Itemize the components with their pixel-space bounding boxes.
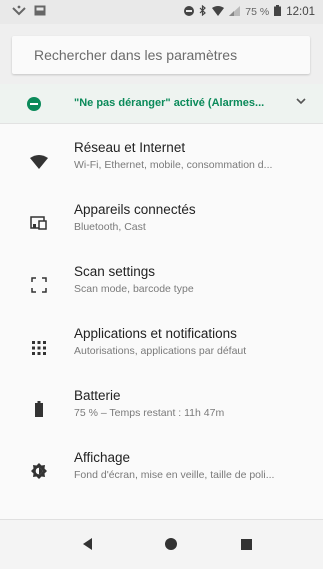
settings-item-subtitle: Wi-Fi, Ethernet, mobile, consommation d.… bbox=[74, 159, 273, 171]
wifi-status-icon bbox=[212, 5, 225, 19]
settings-item-connected-devices[interactable]: Appareils connectés Bluetooth, Cast bbox=[0, 194, 323, 256]
battery-status-icon bbox=[274, 5, 282, 19]
dnd-status-icon bbox=[184, 5, 195, 19]
search-placeholder: Rechercher dans les paramètres bbox=[34, 47, 238, 63]
battery-percent: 75 % bbox=[245, 6, 270, 18]
apps-grid-icon bbox=[29, 338, 49, 358]
settings-item-title: Batterie bbox=[74, 388, 121, 403]
battery-icon bbox=[29, 399, 49, 419]
screenshot-notification-icon bbox=[34, 5, 46, 19]
settings-item-title: Scan settings bbox=[74, 264, 156, 279]
scan-icon bbox=[29, 275, 49, 295]
bluetooth-icon bbox=[199, 4, 207, 19]
settings-item-subtitle: Bluetooth, Cast bbox=[74, 221, 146, 233]
back-icon[interactable] bbox=[83, 538, 92, 550]
settings-item-title: Réseau et Internet bbox=[74, 140, 186, 155]
settings-item-partial[interactable] bbox=[0, 512, 323, 519]
dnd-banner[interactable]: "Ne pas déranger" activé (Alarmes... bbox=[0, 84, 323, 124]
devices-icon bbox=[29, 213, 49, 233]
status-bar: 75 % 12:01 bbox=[0, 0, 323, 24]
signal-icon bbox=[229, 5, 241, 19]
clock: 12:01 bbox=[286, 6, 315, 18]
home-icon[interactable] bbox=[165, 538, 177, 550]
brightness-icon bbox=[29, 461, 49, 481]
recents-icon[interactable] bbox=[241, 539, 252, 550]
settings-item-apps[interactable]: Applications et notifications Autorisati… bbox=[0, 318, 323, 380]
dnd-banner-text: "Ne pas déranger" activé (Alarmes... bbox=[74, 97, 265, 109]
wifi-icon bbox=[29, 152, 49, 172]
search-input[interactable]: Rechercher dans les paramètres bbox=[12, 36, 310, 74]
settings-item-subtitle: Autorisations, applications par défaut bbox=[74, 345, 247, 357]
settings-item-title: Appareils connectés bbox=[74, 202, 196, 217]
settings-item-subtitle: 75 % – Temps restant : 11h 47m bbox=[74, 407, 225, 419]
do-not-disturb-icon bbox=[27, 97, 41, 111]
settings-item-subtitle: Scan mode, barcode type bbox=[74, 283, 194, 295]
data-saver-icon bbox=[12, 5, 26, 19]
search-area: Rechercher dans les paramètres bbox=[0, 24, 323, 84]
settings-item-network[interactable]: Réseau et Internet Wi-Fi, Ethernet, mobi… bbox=[0, 132, 323, 194]
settings-item-display[interactable]: Affichage Fond d'écran, mise en veille, … bbox=[0, 442, 323, 504]
settings-item-subtitle: Fond d'écran, mise en veille, taille de … bbox=[74, 469, 275, 481]
chevron-down-icon[interactable] bbox=[296, 96, 306, 108]
navigation-bar bbox=[0, 519, 323, 569]
settings-item-title: Affichage bbox=[74, 450, 131, 465]
settings-item-scan[interactable]: Scan settings Scan mode, barcode type bbox=[0, 256, 323, 318]
settings-item-title: Applications et notifications bbox=[74, 326, 237, 341]
settings-list: Réseau et Internet Wi-Fi, Ethernet, mobi… bbox=[0, 124, 323, 519]
settings-item-battery[interactable]: Batterie 75 % – Temps restant : 11h 47m bbox=[0, 380, 323, 442]
